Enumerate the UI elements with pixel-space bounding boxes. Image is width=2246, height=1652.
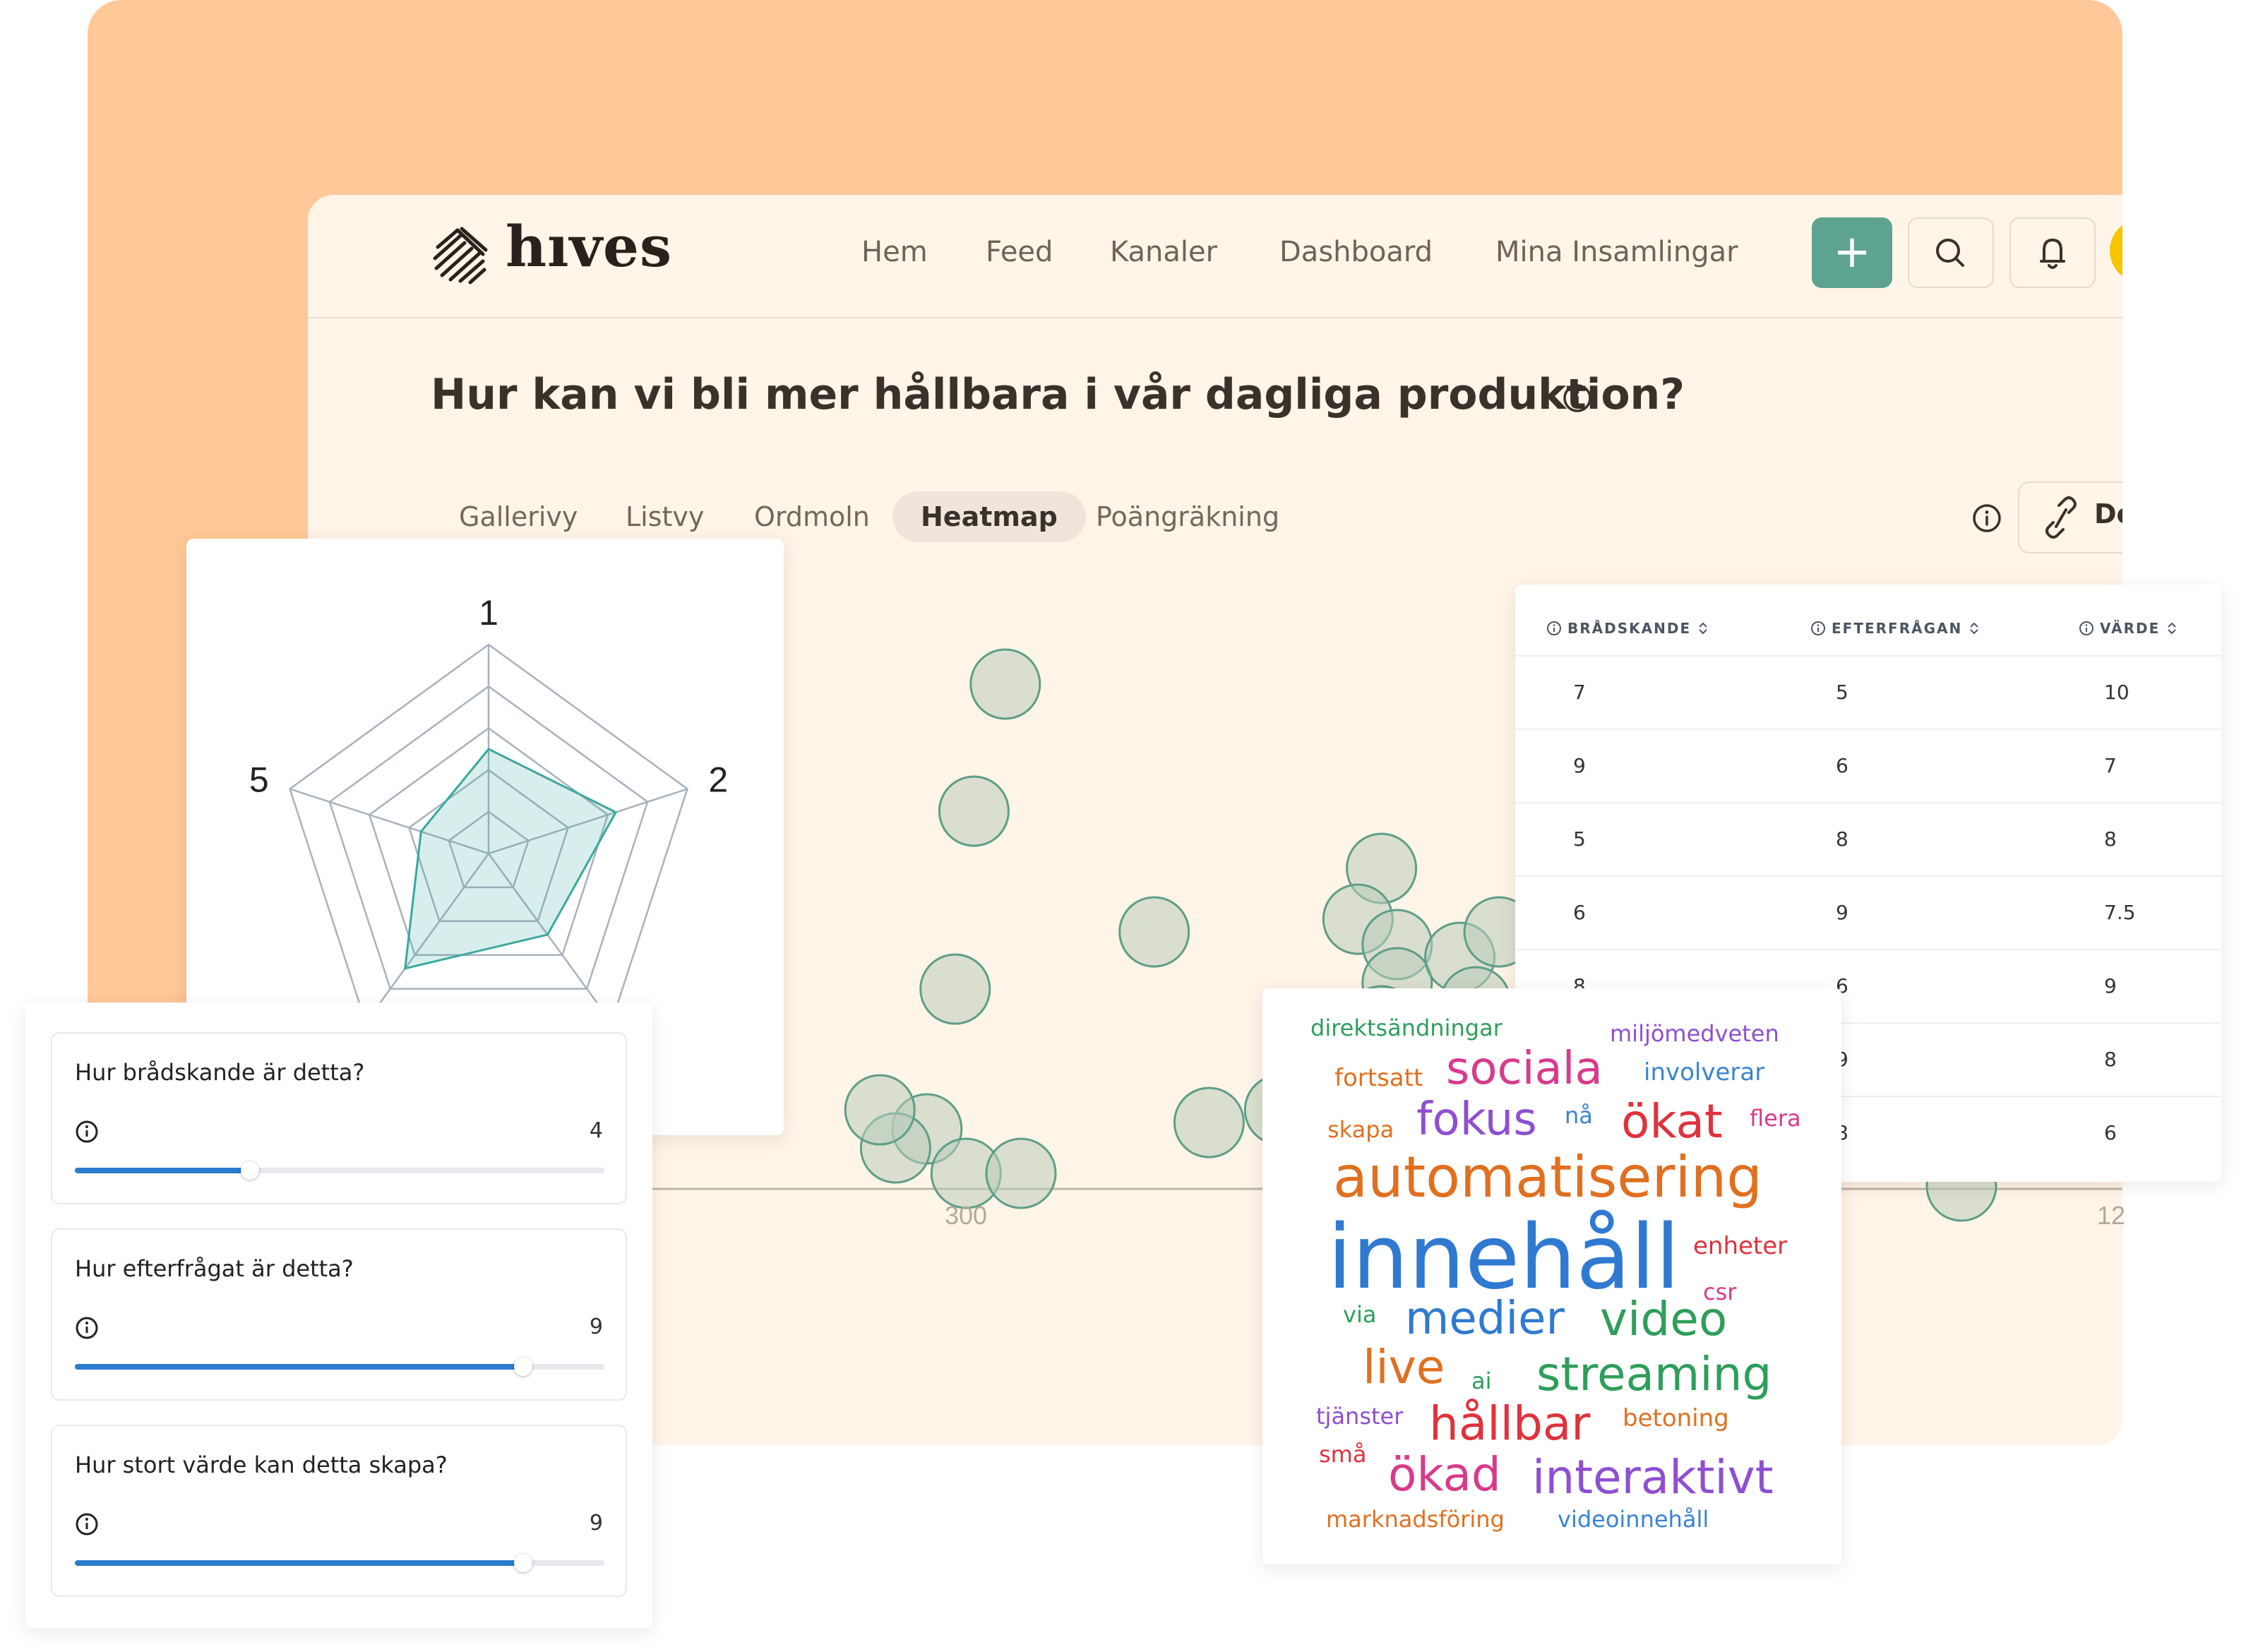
word-cloud: direktsändningar miljömedveten fortsatt … (1262, 988, 1841, 1564)
slider-handle[interactable] (514, 1554, 533, 1572)
info-icon[interactable] (75, 1316, 99, 1340)
table-cell: 8 (1836, 827, 1848, 851)
word-live: live (1363, 1340, 1445, 1394)
table-cell: 7 (2104, 754, 2117, 777)
slider-question-bradskande: Hur brådskande är detta? 4 (51, 1032, 627, 1204)
sort-icon (1970, 622, 1978, 635)
slider-fill (75, 1364, 524, 1370)
table-row[interactable]: 9 6 7 (1515, 729, 2221, 803)
table-cell: 8 (2104, 1048, 2117, 1071)
info-icon[interactable] (75, 1120, 99, 1144)
scatter-point[interactable] (1173, 1087, 1245, 1159)
scatter-point[interactable] (844, 1074, 916, 1146)
x-tick-label: 300 (945, 1201, 987, 1230)
table-cell: 9 (2104, 974, 2117, 998)
word-medier: medier (1405, 1293, 1565, 1345)
word-marknadsforing: marknadsföring (1326, 1506, 1505, 1533)
word-flera: flera (1750, 1105, 1801, 1132)
word-fortsatt: fortsatt (1334, 1064, 1423, 1092)
word-sma: små (1319, 1441, 1367, 1468)
word-streaming: streaming (1536, 1347, 1772, 1401)
sort-icon (1699, 622, 1707, 635)
word-enheter: enheter (1693, 1232, 1788, 1260)
slider-question-text: Hur efterfrågat är detta? (75, 1255, 354, 1282)
scatter-point[interactable] (938, 775, 1010, 847)
slider-value: 9 (589, 1315, 603, 1339)
word-na: nå (1565, 1102, 1593, 1129)
word-via: via (1343, 1301, 1377, 1328)
slider-fill (75, 1168, 250, 1173)
sort-icon (2168, 622, 2176, 635)
slider-handle[interactable] (240, 1161, 259, 1180)
word-involverar: involverar (1644, 1058, 1765, 1087)
table-cell: 5 (1836, 681, 1848, 704)
table-cell: 6 (1836, 754, 1848, 777)
table-row[interactable]: 6 9 7.5 (1515, 875, 2221, 950)
column-header-bradskande[interactable]: BRÅDSKANDE (1546, 620, 1709, 637)
word-video: video (1600, 1292, 1728, 1346)
word-ai: ai (1471, 1367, 1492, 1394)
radar-series-area (403, 748, 618, 970)
table-cell: 9 (1836, 901, 1848, 924)
scatter-point[interactable] (1118, 896, 1190, 968)
slider-track[interactable] (75, 1358, 604, 1376)
word-tjanster: tjänster (1316, 1403, 1404, 1430)
slider-question-efterfragat: Hur efterfrågat är detta? 9 (51, 1228, 627, 1401)
slider-track[interactable] (75, 1161, 604, 1180)
info-icon[interactable] (75, 1512, 99, 1536)
slider-question-varde: Hur stort värde kan detta skapa? 9 (51, 1425, 627, 1597)
word-direktsandningar: direktsändningar (1310, 1014, 1503, 1041)
slider-value: 4 (589, 1118, 603, 1143)
word-hallbar: hållbar (1429, 1396, 1591, 1451)
column-header-varde[interactable]: VÄRDE (2079, 620, 2178, 637)
info-icon (1547, 621, 1561, 635)
x-tick-label: 12 (2097, 1201, 2125, 1230)
info-icon (1811, 621, 1825, 635)
word-miljomedveten: miljömedveten (1610, 1020, 1779, 1047)
word-okat: ökat (1621, 1094, 1723, 1149)
table-cell: 6 (2104, 1121, 2117, 1144)
table-cell: 8 (2104, 827, 2117, 851)
word-betoning: betoning (1623, 1404, 1729, 1432)
word-videoinnehall: videoinnehåll (1558, 1506, 1709, 1533)
radar-axis-label: 2 (708, 760, 728, 799)
word-okad: ökad (1388, 1447, 1501, 1502)
slider-handle[interactable] (514, 1358, 533, 1376)
slider-value: 9 (589, 1511, 603, 1536)
table-cell: 7.5 (2104, 901, 2136, 924)
scatter-point[interactable] (919, 953, 991, 1025)
slider-question-text: Hur brådskande är detta? (75, 1059, 365, 1086)
word-fokus: fokus (1416, 1094, 1537, 1146)
table-cell: 6 (1573, 901, 1586, 924)
table-cell: 5 (1573, 827, 1586, 851)
word-sociala: sociala (1446, 1043, 1603, 1095)
word-innehall: innehåll (1327, 1205, 1680, 1309)
word-automatisering: automatisering (1333, 1144, 1763, 1210)
table-row[interactable]: 5 8 8 (1515, 802, 2221, 877)
slider-track[interactable] (75, 1554, 604, 1572)
table-row[interactable]: 7 5 10 (1515, 655, 2221, 730)
slider-question-text: Hur stort värde kan detta skapa? (75, 1452, 448, 1478)
table-cell: 7 (1573, 681, 1586, 704)
table-cell: 10 (2104, 681, 2129, 704)
word-interaktivt: interaktivt (1532, 1450, 1774, 1504)
radar-axis-label: 5 (249, 760, 269, 799)
slider-fill (75, 1560, 524, 1566)
table-cell: 9 (1573, 754, 1586, 777)
scatter-point[interactable] (985, 1137, 1057, 1209)
column-header-efterfragan[interactable]: EFTERFRÅGAN (1810, 620, 1981, 637)
word-skapa: skapa (1327, 1116, 1394, 1143)
radar-axis-label: 1 (479, 593, 498, 633)
scatter-point[interactable] (969, 648, 1041, 720)
info-icon (2079, 621, 2093, 635)
rating-sliders-card: Hur brådskande är detta? 4 Hur efterfråg… (25, 1002, 652, 1628)
